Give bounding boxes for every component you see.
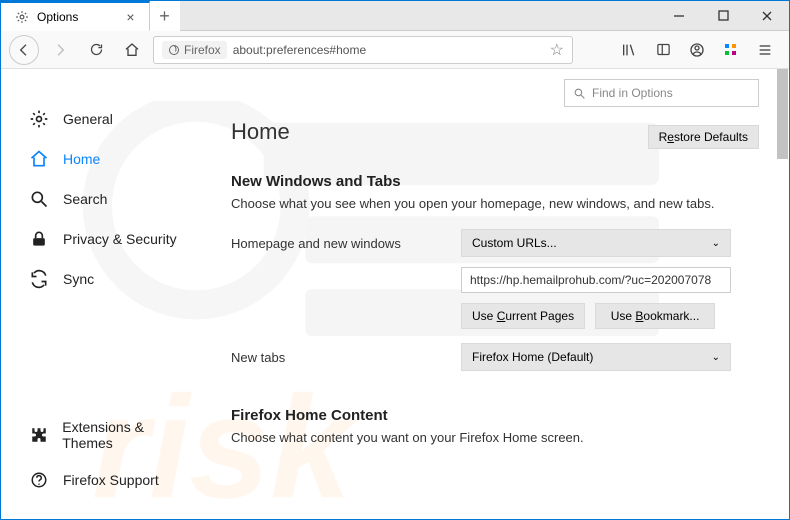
sidebar-item-label: Sync: [63, 271, 94, 287]
extensions-button[interactable]: [715, 35, 747, 65]
new-tab-button[interactable]: +: [150, 1, 180, 31]
sidebar-item-general[interactable]: General: [1, 99, 221, 139]
titlebar-drag: [180, 1, 657, 31]
forward-button[interactable]: [45, 35, 75, 65]
menu-button[interactable]: [749, 35, 781, 65]
sidebar-item-label: Firefox Support: [63, 472, 159, 488]
identity-box[interactable]: Firefox: [162, 41, 227, 59]
back-button[interactable]: [9, 35, 39, 65]
sidebar-item-sync[interactable]: Sync: [1, 259, 221, 299]
puzzle-icon: [29, 426, 48, 444]
sidebar-item-privacy[interactable]: Privacy & Security: [1, 219, 221, 259]
tab-options[interactable]: Options ×: [1, 1, 150, 31]
close-window-button[interactable]: [745, 1, 789, 30]
homepage-label: Homepage and new windows: [231, 236, 461, 251]
library-button[interactable]: [613, 35, 645, 65]
search-icon: [29, 189, 49, 209]
sidebar-item-label: Extensions & Themes: [62, 419, 193, 451]
section-desc: Choose what content you want on your Fir…: [231, 430, 759, 445]
newtabs-select[interactable]: Firefox Home (Default) ⌄: [461, 343, 731, 371]
chevron-down-icon: ⌄: [712, 352, 720, 363]
star-icon[interactable]: ☆: [550, 40, 564, 60]
minimize-button[interactable]: [657, 1, 701, 30]
sidebar-item-label: General: [63, 111, 113, 127]
section-heading: Firefox Home Content: [231, 407, 759, 424]
tab-title: Options: [37, 10, 78, 24]
section-heading: New Windows and Tabs: [231, 173, 759, 190]
home-button[interactable]: [117, 35, 147, 65]
tab-icon: [15, 10, 29, 24]
sidebar-item-label: Privacy & Security: [63, 231, 177, 247]
sync-icon: [29, 269, 49, 289]
use-bookmark-button[interactable]: Use Bookmark...: [595, 303, 715, 329]
scrollbar-thumb[interactable]: [777, 69, 788, 159]
firefox-icon: [168, 44, 180, 56]
homepage-url-input[interactable]: [461, 267, 731, 293]
close-icon[interactable]: ×: [126, 9, 134, 25]
sidebar-item-search[interactable]: Search: [1, 179, 221, 219]
address-bar[interactable]: Firefox about:preferences#home ☆: [153, 36, 573, 64]
search-icon: [573, 87, 586, 100]
sidebar-item-label: Home: [63, 151, 100, 167]
use-current-pages-button[interactable]: Use Current Pages: [461, 303, 585, 329]
help-icon: [29, 471, 49, 489]
home-icon: [29, 149, 49, 169]
homepage-select[interactable]: Custom URLs... ⌄: [461, 229, 731, 257]
url-text: about:preferences#home: [233, 43, 544, 57]
maximize-button[interactable]: [701, 1, 745, 30]
sidebar-item-support[interactable]: Firefox Support: [1, 461, 221, 499]
account-button[interactable]: [681, 35, 713, 65]
sidebar-item-home[interactable]: Home: [1, 139, 221, 179]
section-desc: Choose what you see when you open your h…: [231, 196, 759, 211]
reload-button[interactable]: [81, 35, 111, 65]
gear-icon: [29, 109, 49, 129]
main-panel: Find in Options Home Restore Defaults Ne…: [221, 69, 789, 519]
sidebar-button[interactable]: [647, 35, 679, 65]
restore-defaults-button[interactable]: Restore Defaults: [648, 125, 759, 149]
sidebar-item-label: Search: [63, 191, 107, 207]
newtabs-label: New tabs: [231, 350, 461, 365]
lock-icon: [29, 229, 49, 249]
search-input[interactable]: Find in Options: [564, 79, 759, 107]
sidebar-item-extensions[interactable]: Extensions & Themes: [1, 409, 221, 461]
chevron-down-icon: ⌄: [712, 238, 720, 249]
sidebar: General Home Search Privacy & Security S…: [1, 69, 221, 519]
search-placeholder: Find in Options: [592, 86, 673, 100]
